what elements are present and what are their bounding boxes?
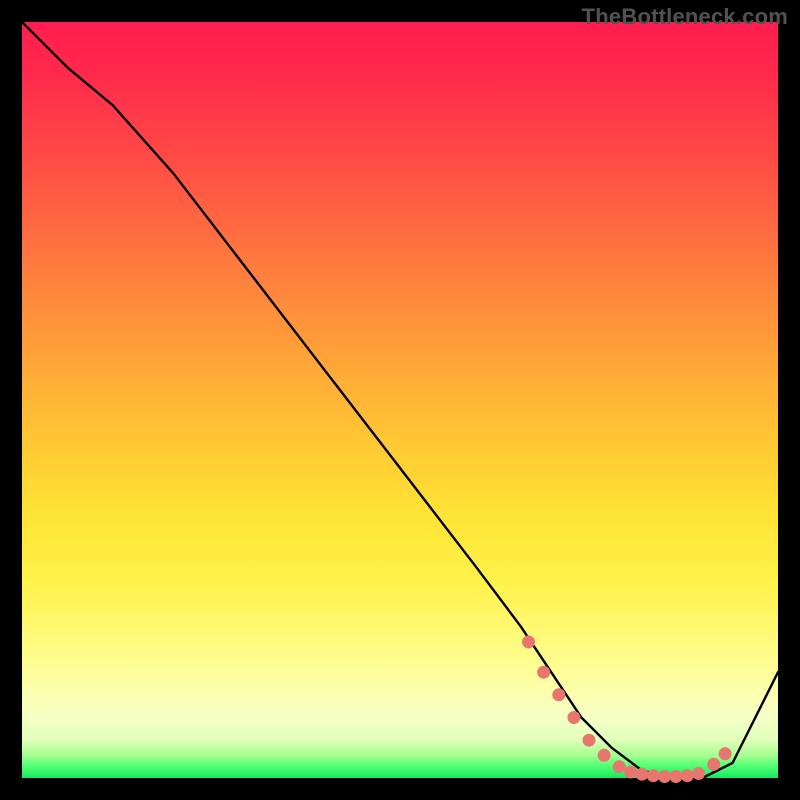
trough-dot xyxy=(583,734,596,747)
trough-dot xyxy=(658,770,671,783)
trough-dot xyxy=(567,711,580,724)
trough-dot xyxy=(522,635,535,648)
trough-dot xyxy=(635,768,648,781)
curve-layer xyxy=(22,22,778,778)
trough-dot xyxy=(647,769,660,782)
trough-dot xyxy=(707,758,720,771)
trough-dot xyxy=(613,760,626,773)
watermark-text: TheBottleneck.com xyxy=(582,4,788,30)
trough-dot xyxy=(669,770,682,783)
trough-dot xyxy=(719,747,732,760)
trough-dot xyxy=(692,767,705,780)
trough-dots xyxy=(522,635,732,783)
trough-dot xyxy=(681,769,694,782)
trough-dot xyxy=(598,749,611,762)
chart-stage: TheBottleneck.com xyxy=(0,0,800,800)
trough-dot xyxy=(552,688,565,701)
gradient-plot-area xyxy=(22,22,778,778)
trough-dot xyxy=(537,666,550,679)
bottleneck-curve xyxy=(22,22,778,778)
trough-dot xyxy=(624,766,637,779)
